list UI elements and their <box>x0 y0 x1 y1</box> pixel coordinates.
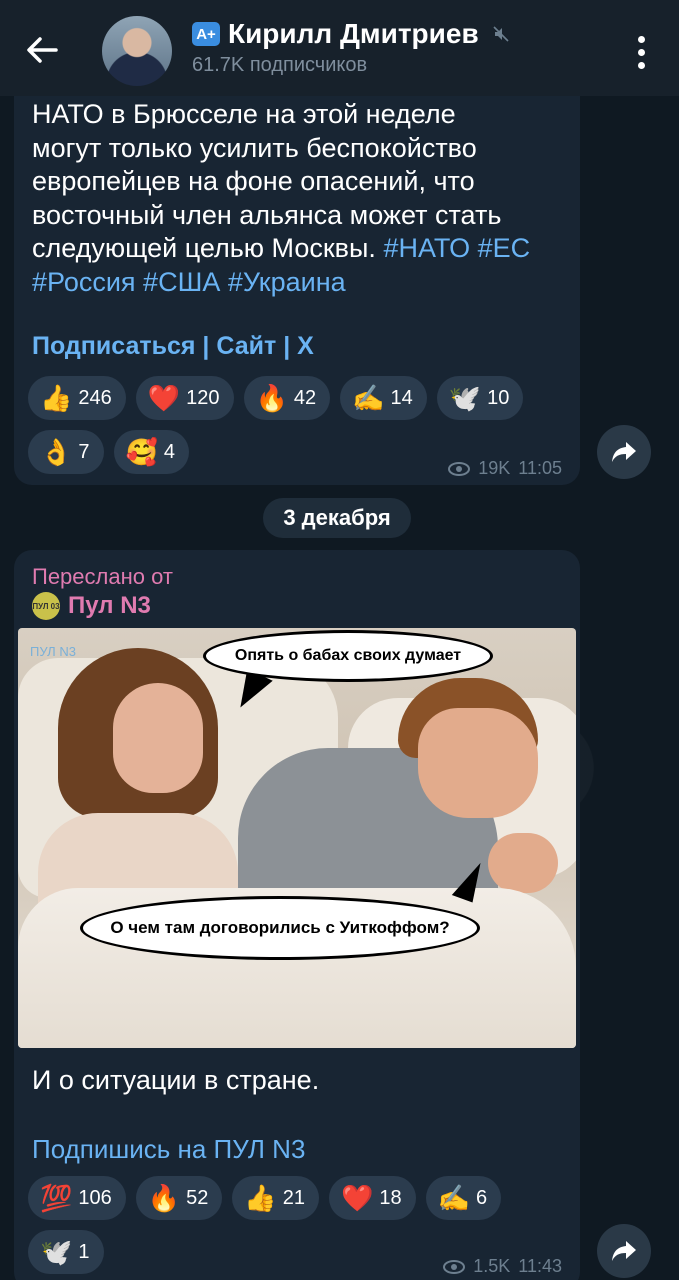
reaction-pill[interactable]: 💯 106 <box>28 1176 126 1220</box>
reaction-pill[interactable]: 🕊️ 1 <box>28 1230 104 1274</box>
reaction-emoji: 🔥 <box>147 1183 181 1213</box>
reaction-emoji: 💯 <box>40 1183 73 1213</box>
reaction-pill[interactable]: 🔥 42 <box>243 376 331 420</box>
reaction-emoji: ✍️ <box>352 383 385 413</box>
message-time: 11:43 <box>518 1256 562 1276</box>
reaction-pill[interactable]: ❤️ 18 <box>329 1176 416 1220</box>
channel-title: Кирилл Дмитриев <box>228 18 479 49</box>
more-menu-button[interactable] <box>629 32 653 72</box>
site-link[interactable]: Сайт <box>216 332 276 360</box>
reaction-count: 120 <box>186 386 220 409</box>
forward-source[interactable]: ПУЛ 03 Пул N3 <box>32 592 151 620</box>
reaction-pill[interactable]: 🥰 4 <box>113 430 189 474</box>
reaction-count: 246 <box>78 386 112 409</box>
reaction-pill[interactable]: 🔥 52 <box>135 1176 223 1220</box>
message-bubble[interactable]: НАТО в Брюсселе на этой неделе могут тол… <box>14 60 580 485</box>
forwarded-label: Переслано от <box>32 564 173 589</box>
reaction-count: 21 <box>282 1186 305 1209</box>
reaction-emoji: ❤️ <box>147 383 181 413</box>
view-count: 1.5K <box>473 1256 511 1276</box>
reaction-pill[interactable]: ❤️ 120 <box>135 376 234 420</box>
reaction-emoji: 🥰 <box>125 437 158 467</box>
speech-bubble-top: Опять о бабах своих думает <box>203 630 493 682</box>
source-avatar: ПУЛ 03 <box>32 592 60 620</box>
reaction-emoji: 👍 <box>40 383 73 413</box>
message-text: И о ситуации в стране. <box>32 1065 320 1095</box>
arrow-left-icon <box>27 37 58 63</box>
channel-badge: A+ <box>192 22 220 46</box>
subscribe-link[interactable]: Подписаться <box>32 332 195 360</box>
reaction-count: 18 <box>379 1186 402 1209</box>
x-link[interactable]: X <box>297 332 314 360</box>
reaction-pill[interactable]: ✍️ 6 <box>425 1176 502 1220</box>
meme-image[interactable]: ПУЛ N3 Опять о бабах своих думает О чем … <box>18 628 576 1048</box>
chat-header: A+ Кирилл Дмитриев 61.7K подписчиков <box>0 0 679 96</box>
channel-avatar[interactable] <box>102 16 172 86</box>
message-meta: 1.5K 11:43 <box>443 1256 562 1277</box>
muted-icon <box>493 26 509 42</box>
reaction-count: 7 <box>78 440 90 463</box>
watermark: ПУЛ N3 <box>30 644 76 659</box>
links-row: Подписаться | Сайт | X <box>32 332 314 360</box>
reaction-count: 106 <box>78 1186 112 1209</box>
reaction-emoji: 🕊️ <box>40 1237 73 1267</box>
reaction-count: 42 <box>293 386 317 409</box>
share-button[interactable] <box>597 425 651 479</box>
speech-bubble-bottom: О чем там договорились с Уиткоффом? <box>80 896 480 960</box>
reaction-pill[interactable]: 👍 246 <box>28 376 126 420</box>
share-arrow-icon <box>612 442 636 462</box>
reaction-count: 52 <box>186 1186 209 1209</box>
reaction-emoji: 👌 <box>40 437 73 467</box>
reaction-emoji: 🔥 <box>255 383 288 413</box>
man-face <box>418 708 538 818</box>
message-time: 11:05 <box>518 458 562 478</box>
subscriber-count: 61.7K подписчиков <box>192 54 368 76</box>
reaction-emoji: ❤️ <box>341 1183 374 1213</box>
reaction-pill[interactable]: 👌 7 <box>28 430 104 474</box>
share-button[interactable] <box>597 1224 651 1278</box>
message-text: НАТО в Брюсселе на этой неделе могут тол… <box>32 98 530 299</box>
reaction-emoji: 👍 <box>244 1183 277 1213</box>
reaction-count: 14 <box>390 386 413 409</box>
reaction-count: 6 <box>476 1186 488 1209</box>
subscribe-pool-link[interactable]: Подпишись на ПУЛ N3 <box>32 1134 305 1165</box>
man-arm <box>488 833 558 893</box>
reaction-count: 1 <box>78 1240 90 1263</box>
source-name: Пул N3 <box>68 592 151 619</box>
woman-face <box>113 683 203 793</box>
eye-icon <box>448 461 471 476</box>
reaction-emoji: 🕊️ <box>448 383 482 413</box>
eye-icon <box>443 1259 466 1274</box>
channel-info[interactable]: A+ Кирилл Дмитриев 61.7K подписчиков <box>192 18 509 77</box>
back-button[interactable] <box>22 30 62 70</box>
share-arrow-icon <box>612 1241 636 1261</box>
reaction-count: 4 <box>163 440 175 463</box>
view-count: 19K <box>478 458 511 478</box>
message-bubble[interactable]: Переслано от ПУЛ 03 Пул N3 ПУЛ N3 Опять … <box>14 550 580 1280</box>
reaction-pill[interactable]: ✍️ 14 <box>340 376 427 420</box>
date-separator: 3 декабря <box>263 498 411 538</box>
reaction-count: 10 <box>487 386 510 409</box>
hashtag-link[interactable]: #Россия #США #Украина <box>32 266 530 300</box>
reaction-pill[interactable]: 🕊️ 10 <box>436 376 524 420</box>
reaction-emoji: ✍️ <box>437 1183 470 1213</box>
reaction-pill[interactable]: 👍 21 <box>232 1176 319 1220</box>
hashtag-link[interactable]: #НАТО #ЕС <box>383 233 530 263</box>
message-meta: 19K 11:05 <box>448 458 562 479</box>
more-vertical-icon <box>637 35 645 43</box>
